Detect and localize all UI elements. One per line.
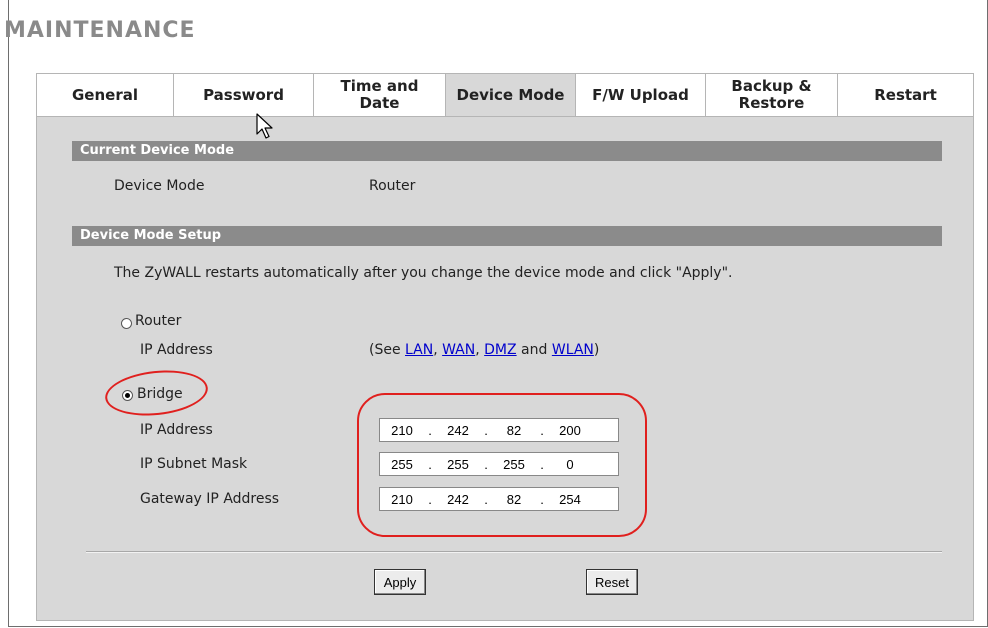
tab-password-label: Password bbox=[203, 85, 284, 104]
tab-bar: General Password Time and Date Device Mo… bbox=[36, 73, 974, 116]
tab-general-label: General bbox=[72, 85, 138, 104]
bridge-subnet-label: IP Subnet Mask bbox=[140, 456, 248, 472]
see-sep-2: , bbox=[475, 342, 485, 358]
see-sep-3: and bbox=[516, 342, 552, 358]
tab-general[interactable]: General bbox=[36, 73, 174, 116]
divider bbox=[86, 551, 942, 553]
device-mode-label: Device Mode bbox=[114, 178, 205, 194]
tab-time-and-date[interactable]: Time and Date bbox=[314, 73, 446, 116]
device-mode-value: Router bbox=[369, 178, 416, 194]
dmz-link[interactable]: DMZ bbox=[484, 342, 516, 358]
tab-fw-upload-label: F/W Upload bbox=[592, 85, 689, 104]
tab-restart[interactable]: Restart bbox=[838, 73, 974, 116]
tab-fw-upload[interactable]: F/W Upload bbox=[576, 73, 706, 116]
tab-backup-restore[interactable]: Backup & Restore bbox=[706, 73, 838, 116]
lan-link[interactable]: LAN bbox=[405, 342, 433, 358]
wlan-link[interactable]: WLAN bbox=[552, 342, 594, 358]
tab-device-mode-label: Device Mode bbox=[456, 85, 565, 104]
tab-password[interactable]: Password bbox=[174, 73, 314, 116]
see-suffix: ) bbox=[593, 342, 600, 358]
tab-time-and-date-label: Time and Date bbox=[340, 77, 419, 112]
router-ip-label: IP Address bbox=[140, 342, 213, 358]
section-device-mode-setup: Device Mode Setup bbox=[72, 226, 942, 246]
reset-button[interactable]: Reset bbox=[586, 569, 638, 595]
router-label: Router bbox=[135, 313, 182, 329]
see-prefix: (See bbox=[369, 342, 406, 358]
wan-link[interactable]: WAN bbox=[442, 342, 475, 358]
router-see-links: (See LAN, WAN, DMZ and WLAN) bbox=[369, 342, 599, 358]
see-sep-1: , bbox=[433, 342, 443, 358]
bridge-gateway-label: Gateway IP Address bbox=[140, 491, 280, 507]
tab-backup-restore-label: Backup & Restore bbox=[731, 77, 812, 112]
apply-button[interactable]: Apply bbox=[374, 569, 426, 595]
bridge-fields-highlight-annotation bbox=[357, 393, 647, 537]
mouse-pointer-icon bbox=[256, 113, 273, 139]
router-radio[interactable] bbox=[121, 318, 132, 329]
page-title: MAINTENANCE bbox=[4, 18, 196, 43]
bridge-ip-label: IP Address bbox=[140, 422, 213, 438]
section-current-device-mode: Current Device Mode bbox=[72, 141, 942, 161]
tab-device-mode[interactable]: Device Mode bbox=[446, 73, 576, 116]
restart-note: The ZyWALL restarts automatically after … bbox=[114, 265, 733, 281]
tab-restart-label: Restart bbox=[874, 85, 937, 104]
